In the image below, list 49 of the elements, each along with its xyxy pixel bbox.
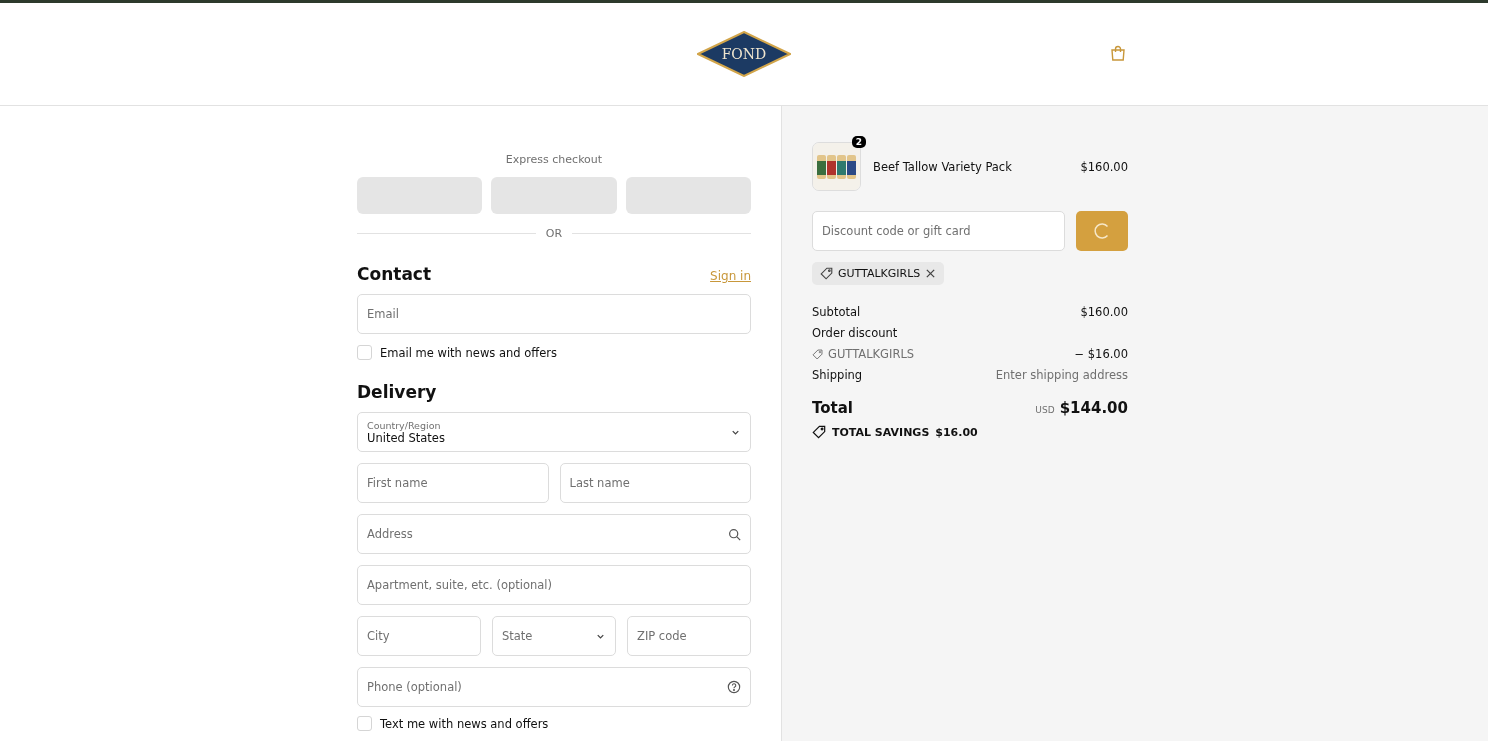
bag-icon[interactable] xyxy=(1110,45,1126,62)
remove-button[interactable] xyxy=(925,268,937,279)
summary-label: Order discount xyxy=(812,326,898,340)
payment-button[interactable] xyxy=(625,177,751,214)
checkbox-label: Text me with news and offers xyxy=(380,716,549,731)
logo: FOND xyxy=(697,31,791,77)
express-checkout-title: Express checkout xyxy=(504,153,604,166)
input-field[interactable]: ZIP code xyxy=(627,616,751,656)
currency-label: USD xyxy=(1035,405,1055,415)
section-title: Delivery xyxy=(357,382,437,402)
summary-value: $160.00 xyxy=(1080,305,1128,319)
input-field[interactable]: Phone (optional) xyxy=(357,667,751,707)
sign-in-link[interactable]: Sign in xyxy=(710,269,751,283)
product-name: Beef Tallow Variety Pack xyxy=(873,159,1013,174)
summary-value: − $16.00 xyxy=(1074,347,1128,361)
apply-button[interactable] xyxy=(1076,211,1128,251)
discount-code: GUTTALKGIRLS xyxy=(828,347,915,361)
input-field[interactable]: Last name xyxy=(559,463,751,503)
select-field[interactable]: Country/Region United States xyxy=(357,412,751,452)
payment-button[interactable] xyxy=(357,177,483,214)
search-icon xyxy=(728,527,741,541)
checkbox[interactable] xyxy=(357,716,372,731)
input-field[interactable]: Email xyxy=(357,294,751,334)
spinner-icon xyxy=(1093,222,1111,240)
input-field[interactable]: City xyxy=(357,616,481,656)
tag-icon xyxy=(812,348,823,360)
summary-value: Enter shipping address xyxy=(995,368,1128,382)
checkbox-label: Email me with news and offers xyxy=(380,345,557,360)
or-divider: OR xyxy=(545,227,563,240)
savings-value: $16.00 xyxy=(935,425,978,439)
summary-label: Subtotal xyxy=(812,305,861,319)
payment-button[interactable] xyxy=(491,177,617,214)
savings-label: TOTAL SAVINGS xyxy=(832,425,930,439)
tags-icon xyxy=(812,425,826,439)
section-title: Contact xyxy=(357,264,432,284)
quantity-badge: 2 xyxy=(851,136,866,148)
checkbox[interactable] xyxy=(357,345,372,360)
discount-field[interactable]: Discount code or gift card xyxy=(812,211,1065,251)
product-price: $160.00 xyxy=(1080,159,1128,174)
help-icon xyxy=(727,680,741,694)
select-field[interactable]: State xyxy=(492,616,616,656)
total-label: Total xyxy=(812,399,853,417)
total-value: $144.00 xyxy=(1059,399,1128,417)
tag-icon xyxy=(820,267,833,280)
discount-tag: GUTTALKGIRLS xyxy=(812,262,945,285)
input-field[interactable]: Address xyxy=(357,514,751,554)
input-field[interactable]: Apartment, suite, etc. (optional) xyxy=(357,565,751,605)
input-field[interactable]: First name xyxy=(357,463,549,503)
summary-label: Shipping xyxy=(812,368,863,382)
